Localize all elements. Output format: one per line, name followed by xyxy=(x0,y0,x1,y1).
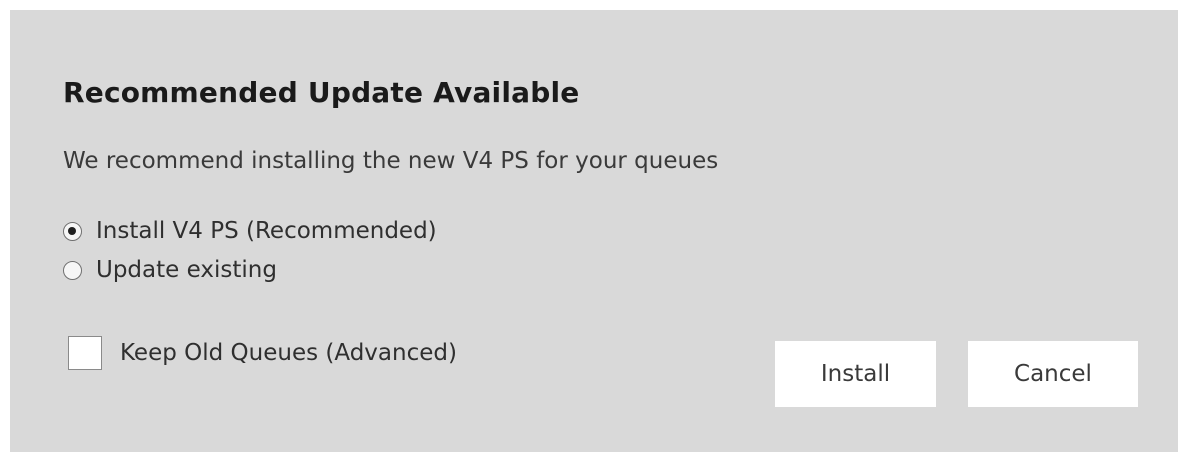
radio-label-install-v4: Install V4 PS (Recommended) xyxy=(96,218,437,244)
keep-old-queues-option[interactable]: Keep Old Queues (Advanced) xyxy=(68,336,457,370)
install-button[interactable]: Install xyxy=(775,341,936,407)
radio-label-update-existing: Update existing xyxy=(96,257,277,283)
cancel-button[interactable]: Cancel xyxy=(968,341,1138,407)
update-dialog: Recommended Update Available We recommen… xyxy=(10,10,1178,452)
keep-old-queues-label: Keep Old Queues (Advanced) xyxy=(120,340,457,366)
radio-option-install-v4[interactable]: Install V4 PS (Recommended) xyxy=(63,218,437,244)
radio-button-unselected[interactable] xyxy=(63,260,82,280)
radio-button-selected[interactable] xyxy=(63,221,82,241)
dialog-title: Recommended Update Available xyxy=(63,76,580,109)
dialog-message: We recommend installing the new V4 PS fo… xyxy=(63,148,719,174)
keep-old-queues-checkbox[interactable] xyxy=(68,336,102,370)
radio-option-update-existing[interactable]: Update existing xyxy=(63,257,277,283)
